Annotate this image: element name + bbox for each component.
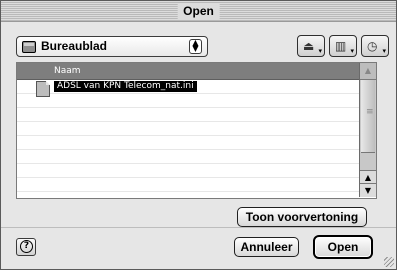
list-item[interactable]: ADSL van KPN Telecom_nat.ini (17, 80, 375, 97)
books-icon: ▥ (335, 39, 347, 53)
folders-caret-icon: ▾ (350, 47, 354, 55)
empty-row (17, 164, 375, 178)
empty-row (17, 122, 375, 136)
file-rows: ADSL van KPN Telecom_nat.ini (17, 80, 375, 198)
empty-row (17, 108, 375, 122)
divider (1, 227, 396, 228)
folders-button[interactable]: ▥ ▾ (329, 35, 357, 57)
file-name: ADSL van KPN Telecom_nat.ini (54, 81, 197, 92)
cancel-button[interactable]: Annuleer (234, 237, 299, 257)
help-icon: ? (20, 240, 33, 253)
vertical-scrollbar[interactable]: ▲ ≡ ▲ ▼ (359, 63, 376, 197)
popup-arrows-icon: ▲ ▼ (189, 39, 202, 54)
column-header-name[interactable]: Naam (17, 63, 375, 80)
scroll-thumb[interactable]: ≡ (361, 80, 375, 153)
location-popup[interactable]: Bureaublad ▲ ▼ (16, 36, 208, 57)
open-dialog: Open Bureaublad ▲ ▼ ⏏ ▾ ▥ ▾ ◷ ▾ Naam ADSL… (0, 0, 397, 270)
empty-row (17, 136, 375, 150)
location-label: Bureaublad (41, 39, 108, 53)
file-list[interactable]: Naam ADSL van KPN Telecom_nat.ini (16, 62, 377, 199)
resize-grip-icon[interactable] (384, 257, 394, 267)
show-preview-button[interactable]: Toon voorvertoning (237, 207, 367, 227)
empty-row (17, 150, 375, 164)
recent-caret-icon: ▾ (382, 47, 386, 55)
clock-icon: ◷ (367, 39, 378, 53)
column-header-label: Naam (54, 66, 81, 76)
desktop-icon (22, 41, 36, 53)
grip-lines-icon: ≡ (366, 107, 374, 117)
help-button[interactable]: ? (16, 238, 36, 256)
title-bar[interactable]: Open (1, 1, 396, 22)
window-title: Open (177, 3, 220, 19)
scroll-up-arrow-icon[interactable]: ▲ (360, 170, 376, 184)
drive-caret-icon: ▾ (318, 47, 322, 55)
drive-button[interactable]: ⏏ ▾ (297, 35, 325, 57)
open-button[interactable]: Open (313, 235, 373, 259)
drive-icon: ⏏ (303, 39, 315, 53)
scroll-top-arrow-icon[interactable]: ▲ (360, 63, 376, 80)
scroll-down-arrow-icon[interactable]: ▼ (360, 183, 376, 197)
empty-row (17, 94, 375, 108)
empty-row (17, 178, 375, 192)
recent-button[interactable]: ◷ ▾ (361, 35, 389, 57)
